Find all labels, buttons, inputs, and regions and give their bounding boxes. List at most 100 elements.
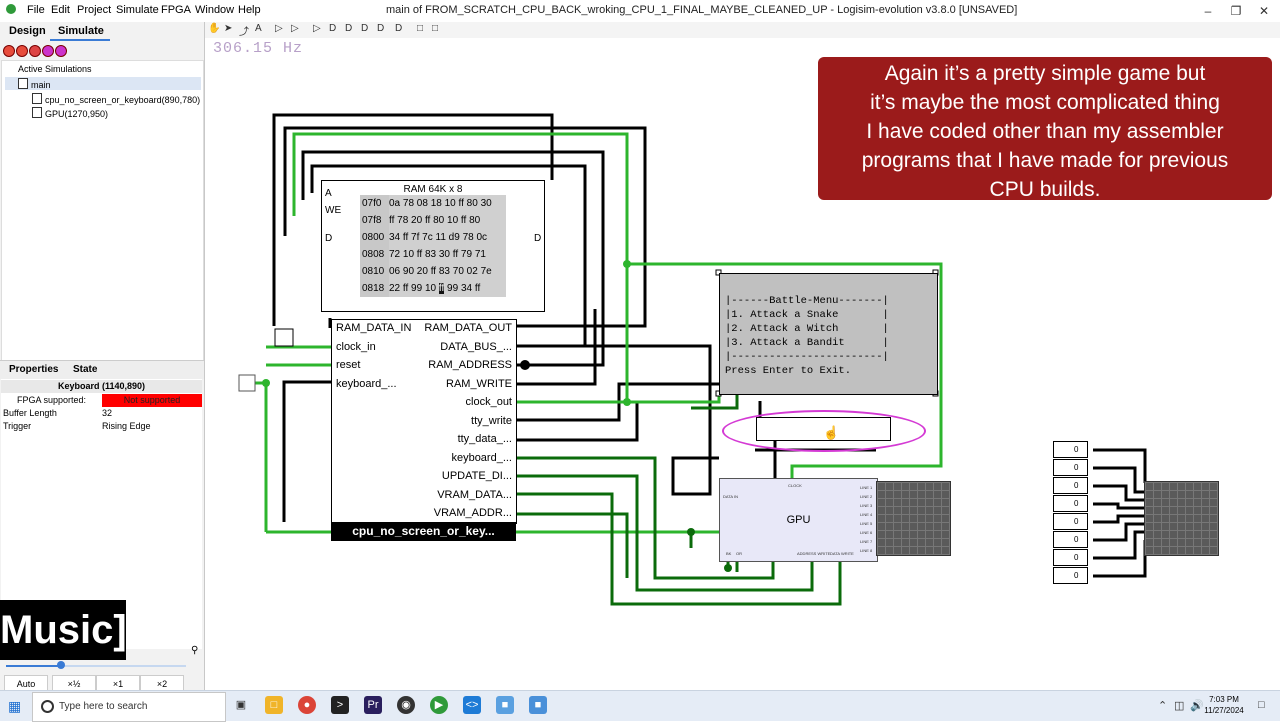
led-matrix-display xyxy=(876,481,951,556)
cpu-label: cpu_no_screen_or_key... xyxy=(331,522,516,541)
gpu-pin: DATA WRITE xyxy=(830,551,854,556)
caption-line: Again it’s a pretty simple game but xyxy=(884,62,1206,85)
output-pin[interactable]: 0 xyxy=(1053,459,1088,476)
caption-line: I have coded other than my assembler xyxy=(866,120,1224,143)
highlight-ellipse xyxy=(722,410,926,452)
gpu-line-pin: LINE 4 xyxy=(860,512,873,517)
windows-start-icon[interactable]: ▦ xyxy=(8,698,21,715)
gpu-pin: DATA IN xyxy=(723,494,738,499)
cpu-pin-right: keyboard_... xyxy=(451,452,512,464)
caption-line: CPU builds. xyxy=(989,178,1101,201)
tty-line: |------Battle-Menu-------| xyxy=(725,295,889,307)
cpu-pin-right: UPDATE_DI... xyxy=(441,470,512,482)
cpu-pin-right: VRAM_ADDR... xyxy=(433,507,512,519)
gpu-pin: ADDRESS WRITE xyxy=(797,551,831,556)
gpu-line-pin: LINE 8 xyxy=(860,548,873,553)
ram-pin-a: A xyxy=(325,188,332,199)
output-pin[interactable]: 0 xyxy=(1053,477,1088,494)
taskbar-clock[interactable]: 7:03 PM 11/27/2024 xyxy=(1200,694,1248,716)
tty-line: Press Enter to Exit. xyxy=(725,365,852,377)
ram-address: 0808 xyxy=(362,249,385,260)
gpu-line-pin: LINE 7 xyxy=(860,539,873,544)
tty-line: |3. Attack a Bandit | xyxy=(725,337,889,349)
ram-title: RAM 64K x 8 xyxy=(403,184,463,195)
output-pin[interactable]: 0 xyxy=(1053,513,1088,530)
cpu-pin-right: tty_data_... xyxy=(457,433,512,445)
gpu-line-pin: LINE 1 xyxy=(860,485,873,490)
cpu-pin-left: RAM_DATA_IN xyxy=(336,322,412,334)
cpu-pin-right: RAM_DATA_OUT xyxy=(424,322,512,334)
cpu-pin-right: clock_out xyxy=(465,396,512,408)
clock-date: 11/27/2024 xyxy=(1204,706,1244,715)
tty-line: |------------------------| xyxy=(725,351,889,363)
ram-pin-we: WE xyxy=(325,205,342,216)
gpu-line-pin: LINE 2 xyxy=(860,494,873,499)
caption-line: programs that I have made for previous xyxy=(861,149,1229,172)
ram-pin-d: D xyxy=(325,233,333,244)
gpu-pin: OR xyxy=(736,551,742,556)
ram-address: 0818 xyxy=(362,283,385,294)
ram-data: 34 ff 7f 7c 11 d9 78 0c xyxy=(389,229,506,246)
ram-contents: 07f0 0a 78 08 18 10 ff 80 30 07f8 ff 78 20… xyxy=(360,195,506,297)
gpu-line-pin: LINE 3 xyxy=(860,503,873,508)
logisim-icon[interactable]: ▶ xyxy=(430,696,448,714)
search-icon xyxy=(41,700,54,713)
obs-icon[interactable]: ◉ xyxy=(397,696,415,714)
output-pin[interactable]: 0 xyxy=(1053,531,1088,548)
cpu-pin-left: keyboard_... xyxy=(336,378,397,390)
premiere-icon[interactable]: Pr xyxy=(364,696,382,714)
taskbar-search[interactable]: Type here to search xyxy=(32,692,226,722)
cpu-pin-right: RAM_ADDRESS xyxy=(428,359,512,371)
cpu-pin-left: reset xyxy=(336,359,361,371)
caption-line: it’s maybe the most complicated thing xyxy=(870,91,1220,114)
file-explorer-icon[interactable]: □ xyxy=(265,696,283,714)
notifications-icon[interactable]: □ xyxy=(1258,699,1265,711)
terminal-icon[interactable]: > xyxy=(331,696,349,714)
gpu-pin: BK xyxy=(726,551,732,556)
taskbar: ▦ Type here to search ▣ □ ● > Pr ◉ ▶ <> … xyxy=(0,690,1280,722)
cpu-pin-right: tty_write xyxy=(471,415,512,427)
gpu-pin: CLOCK xyxy=(788,483,802,488)
cpu-pin-left: clock_in xyxy=(336,341,376,353)
video-caption: Again it’s a pretty simple game but it’s… xyxy=(818,57,1272,201)
ram-address: 0800 xyxy=(362,232,385,243)
vscode-icon[interactable]: <> xyxy=(463,696,481,714)
tray-chevron-icon[interactable]: ⌃ xyxy=(1158,699,1167,712)
ram-pin-d-out: D xyxy=(534,233,542,244)
cpu-pin-right: RAM_WRITE xyxy=(446,378,512,390)
ram-data: 72 10 ff 83 30 ff 79 71 xyxy=(389,246,506,263)
task-view-icon[interactable]: ▣ xyxy=(232,696,250,714)
ram-data: ff 78 20 ff 80 10 ff 80 xyxy=(389,212,506,229)
ram-address: 07f8 xyxy=(362,215,382,226)
clock-time: 7:03 PM xyxy=(1209,695,1239,704)
network-icon[interactable]: ◫ xyxy=(1174,699,1184,712)
ram-address: 0810 xyxy=(362,266,385,277)
gpu-component[interactable]: GPU CLOCK DATA IN BK OR ADDRESS WRITE DA… xyxy=(719,478,878,562)
tty-display[interactable]: |------Battle-Menu-------| |1. Attack a … xyxy=(719,273,938,395)
output-pin[interactable]: 0 xyxy=(1053,567,1088,584)
output-pin[interactable]: 0 xyxy=(1053,495,1088,512)
search-placeholder: Type here to search xyxy=(59,701,148,712)
gpu-line-pin: LINE 5 xyxy=(860,521,873,526)
chrome-icon[interactable]: ● xyxy=(298,696,316,714)
cpu-component[interactable]: RAM_DATA_IN clock_in reset keyboard_... … xyxy=(331,319,517,524)
ram-data-part: 99 34 ff xyxy=(447,283,481,294)
app-icon-9[interactable]: ■ xyxy=(529,696,547,714)
tty-line: |1. Attack a Snake | xyxy=(725,309,889,321)
ram-current-byte: ff xyxy=(438,283,445,294)
ram-component[interactable]: RAM 64K x 8 A WE D D 07f0 0a 78 08 18 10 … xyxy=(321,180,545,312)
led-matrix-display xyxy=(1144,481,1219,556)
ram-data: 06 90 20 ff 83 70 02 7e xyxy=(389,263,506,280)
ram-data: 0a 78 08 18 10 ff 80 30 xyxy=(389,195,506,212)
gpu-label: GPU xyxy=(786,514,811,526)
ram-data: 22 ff 99 10 ff 99 34 ff xyxy=(389,280,506,297)
output-pin[interactable]: 0 xyxy=(1053,441,1088,458)
ram-data-part: 22 ff 99 10 xyxy=(389,283,437,294)
cpu-pin-right: VRAM_DATA... xyxy=(437,489,512,501)
ram-address: 07f0 xyxy=(362,198,382,209)
output-pin[interactable]: 0 xyxy=(1053,549,1088,566)
cpu-pin-right: DATA_BUS_... xyxy=(440,341,512,353)
app-icon-8[interactable]: ■ xyxy=(496,696,514,714)
gpu-line-pin: LINE 6 xyxy=(860,530,873,535)
tty-line: |2. Attack a Witch | xyxy=(725,323,889,335)
